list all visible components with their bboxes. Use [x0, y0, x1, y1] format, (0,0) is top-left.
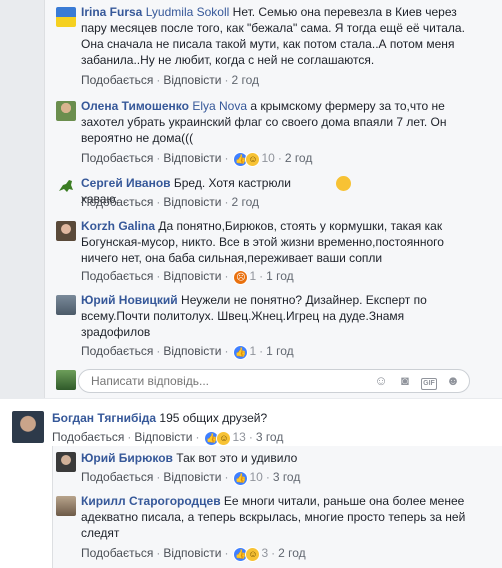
avatar[interactable] — [56, 295, 76, 315]
comment-actions: Подобається · Відповісти · ☹ 1 · 1 год — [81, 269, 294, 285]
my-avatar — [56, 370, 76, 390]
reply-tools: ☺ ◙ GIF ☻ — [365, 373, 461, 390]
reply-link[interactable]: Відповісти — [163, 151, 221, 165]
avatar[interactable] — [56, 452, 76, 472]
comment-body: Кирилл Старогородцев Ее многи читали, ра… — [81, 493, 481, 541]
grin-emoji-icon — [336, 176, 351, 191]
comment-text: Так вот это и удивило — [172, 451, 298, 465]
reaction-count[interactable]: 10 — [261, 151, 274, 165]
like-link[interactable]: Подобається — [81, 151, 153, 165]
reply-link[interactable]: Відповісти — [163, 269, 221, 283]
avatar[interactable] — [56, 7, 76, 27]
angry-reaction-icon: ☹ — [233, 269, 249, 285]
emoji-icon[interactable]: ☺ — [373, 373, 389, 389]
like-link[interactable]: Подобається — [81, 73, 153, 87]
avatar[interactable] — [56, 221, 76, 241]
gif-icon[interactable]: GIF — [421, 378, 437, 390]
comment-text: 195 общих друзей? — [156, 411, 268, 425]
comment-author[interactable]: Сергей Иванов — [81, 176, 171, 190]
mention-link[interactable]: Lyudmila Sokoll — [146, 5, 230, 19]
reaction-count[interactable]: 13 — [232, 430, 245, 444]
like-link[interactable]: Подобається — [52, 430, 124, 444]
comment-author[interactable]: Irina Fursa — [81, 5, 142, 19]
reactions[interactable]: 👍 ☺ — [204, 430, 232, 446]
comment-author[interactable]: Юрий Бирюков — [81, 451, 173, 465]
reactions[interactable]: 👍 — [233, 344, 249, 360]
reply-input-box[interactable]: ☺ ◙ GIF ☻ — [78, 369, 470, 393]
haha-reaction-icon: ☺ — [216, 430, 232, 446]
like-link[interactable]: Подобається — [81, 470, 153, 484]
timestamp[interactable]: 1 год — [266, 269, 294, 283]
reaction-count[interactable]: 1 — [249, 344, 256, 358]
avatar[interactable] — [12, 411, 44, 443]
comment-author[interactable]: Юрий Новицкий — [81, 293, 178, 307]
comment-body: Юрий Новицкий Неужели не понятно? Дизайн… — [81, 292, 461, 340]
like-link[interactable]: Подобається — [81, 546, 153, 560]
comment-actions: Подобається · Відповісти · 2 год — [81, 73, 259, 87]
avatar[interactable] — [56, 496, 76, 516]
comment-body: Юрий Бирюков Так вот это и удивило — [81, 450, 461, 466]
reply-link[interactable]: Відповісти — [163, 195, 221, 209]
timestamp[interactable]: 2 год — [231, 195, 259, 209]
reply-input[interactable] — [89, 373, 343, 389]
like-link[interactable]: Подобається — [81, 344, 153, 358]
comment-author[interactable]: Олена Тимошенко — [81, 99, 189, 113]
comment-body: Korzh Galina Да понятно,Бирюков, стоять … — [81, 218, 471, 266]
comment-actions: Подобається · Відповісти · 2 год — [81, 195, 259, 209]
reply-link[interactable]: Відповісти — [163, 546, 221, 560]
reply-link[interactable]: Відповісти — [134, 430, 192, 444]
haha-reaction-icon: ☺ — [245, 151, 261, 167]
like-reaction-icon: 👍 — [233, 344, 249, 360]
comment-actions: Подобається · Відповісти · 👍 ☺ 10 · 2 год — [81, 151, 313, 167]
haha-reaction-icon: ☺ — [245, 546, 261, 562]
timestamp[interactable]: 2 год — [285, 151, 313, 165]
reactions[interactable]: ☹ — [233, 269, 249, 285]
comment-body: Олена Тимошенко Elya Nova а крымскому фе… — [81, 98, 471, 146]
like-link[interactable]: Подобається — [81, 195, 153, 209]
comment-author[interactable]: Кирилл Старогородцев — [81, 494, 221, 508]
timestamp[interactable]: 2 год — [278, 546, 306, 560]
comment-author[interactable]: Богдан Тягнибіда — [52, 411, 156, 425]
timestamp[interactable]: 2 год — [231, 73, 259, 87]
reply-link[interactable]: Відповісти — [163, 470, 221, 484]
reaction-count[interactable]: 1 — [249, 269, 256, 283]
reaction-count[interactable]: 10 — [249, 470, 262, 484]
like-link[interactable]: Подобається — [81, 269, 153, 283]
timestamp[interactable]: 3 год — [273, 470, 301, 484]
reaction-count[interactable]: 3 — [261, 546, 268, 560]
like-reaction-icon: 👍 — [233, 470, 249, 486]
reply-link[interactable]: Відповісти — [163, 344, 221, 358]
mention-link[interactable]: Elya Nova — [192, 99, 247, 113]
reactions[interactable]: 👍 ☺ — [233, 546, 261, 562]
comment-actions: Подобається · Відповісти · 👍 ☺ 3 · 2 год — [81, 546, 306, 562]
sticker-icon[interactable]: ☻ — [445, 373, 461, 389]
camera-icon[interactable]: ◙ — [397, 373, 413, 389]
reactions[interactable]: 👍 — [233, 470, 249, 486]
comment-actions: Подобається · Відповісти · 👍 1 · 1 год — [81, 344, 294, 360]
comment-author[interactable]: Korzh Galina — [81, 219, 155, 233]
timestamp[interactable]: 3 год — [256, 430, 284, 444]
comment-actions: Подобається · Відповісти · 👍 10 · 3 год — [81, 470, 301, 486]
avatar[interactable] — [56, 176, 76, 196]
comment-actions: Подобається · Відповісти · 👍 ☺ 13 · 3 год — [52, 430, 284, 446]
dinosaur-icon — [59, 180, 73, 192]
reply-link[interactable]: Відповісти — [163, 73, 221, 87]
avatar[interactable] — [56, 101, 76, 121]
comment-body: Irina Fursa Lyudmila Sokoll Нет. Семью о… — [81, 4, 471, 68]
reactions[interactable]: 👍 ☺ — [233, 151, 261, 167]
timestamp[interactable]: 1 год — [266, 344, 294, 358]
comment-body: Богдан Тягнибіда 195 общих друзей? — [52, 410, 472, 426]
comments-section: Irina Fursa Lyudmila Sokoll Нет. Семью о… — [0, 0, 502, 568]
